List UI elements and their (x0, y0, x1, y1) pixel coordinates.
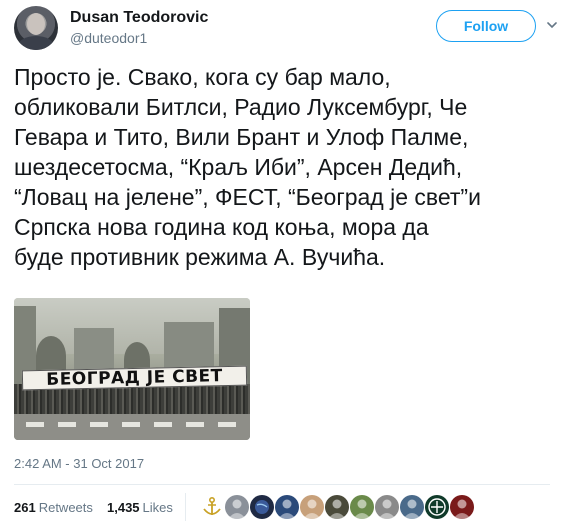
author-name[interactable]: Dusan Teodorovic (70, 9, 208, 27)
follow-button[interactable]: Follow (436, 10, 536, 42)
photo-road-stripe (58, 422, 76, 427)
likes-label: Likes (142, 500, 173, 515)
retweets-label: Retweets (38, 500, 93, 515)
user-avatar[interactable] (350, 495, 374, 519)
globe-avatar[interactable] (250, 495, 274, 519)
user-avatar[interactable] (300, 495, 324, 519)
tweet-photo[interactable]: БЕОГРАД ЈЕ СВЕТ (14, 298, 250, 440)
tweet-header: Dusan Teodorovic @duteodor1 Follow (14, 6, 557, 52)
photo-road-stripe (218, 422, 236, 427)
avatar-shoulders (18, 36, 54, 50)
user-avatar[interactable] (400, 495, 424, 519)
photo-road-stripe (90, 422, 108, 427)
likes-count: 1,435 (107, 500, 140, 515)
user-avatar[interactable] (375, 495, 399, 519)
user-avatar[interactable] (325, 495, 349, 519)
photo-road-stripe (186, 422, 204, 427)
anchor-avatar[interactable] (200, 495, 224, 519)
tweet-text: Просто је. Свако, кога су бар мало, обли… (14, 64, 481, 270)
likes-stat[interactable]: 1,435 Likes (107, 500, 173, 515)
chevron-down-icon[interactable] (547, 20, 557, 30)
photo-road-stripe (122, 422, 140, 427)
divider (14, 484, 550, 485)
tweet-timestamp[interactable]: 2:42 AM - 31 Oct 2017 (14, 456, 144, 471)
user-avatar[interactable] (275, 495, 299, 519)
photo-road-stripe (154, 422, 172, 427)
user-avatar[interactable] (225, 495, 249, 519)
photo-road-stripe (26, 422, 44, 427)
retweets-stat[interactable]: 261 Retweets (14, 500, 93, 515)
author-handle[interactable]: @duteodor1 (70, 30, 147, 46)
avatar-face (27, 13, 45, 35)
avatar[interactable] (14, 6, 58, 50)
emblem-avatar[interactable] (425, 495, 449, 519)
user-avatar[interactable] (450, 495, 474, 519)
photo-road (14, 414, 250, 440)
retweets-count: 261 (14, 500, 36, 515)
stats-divider (185, 493, 186, 521)
